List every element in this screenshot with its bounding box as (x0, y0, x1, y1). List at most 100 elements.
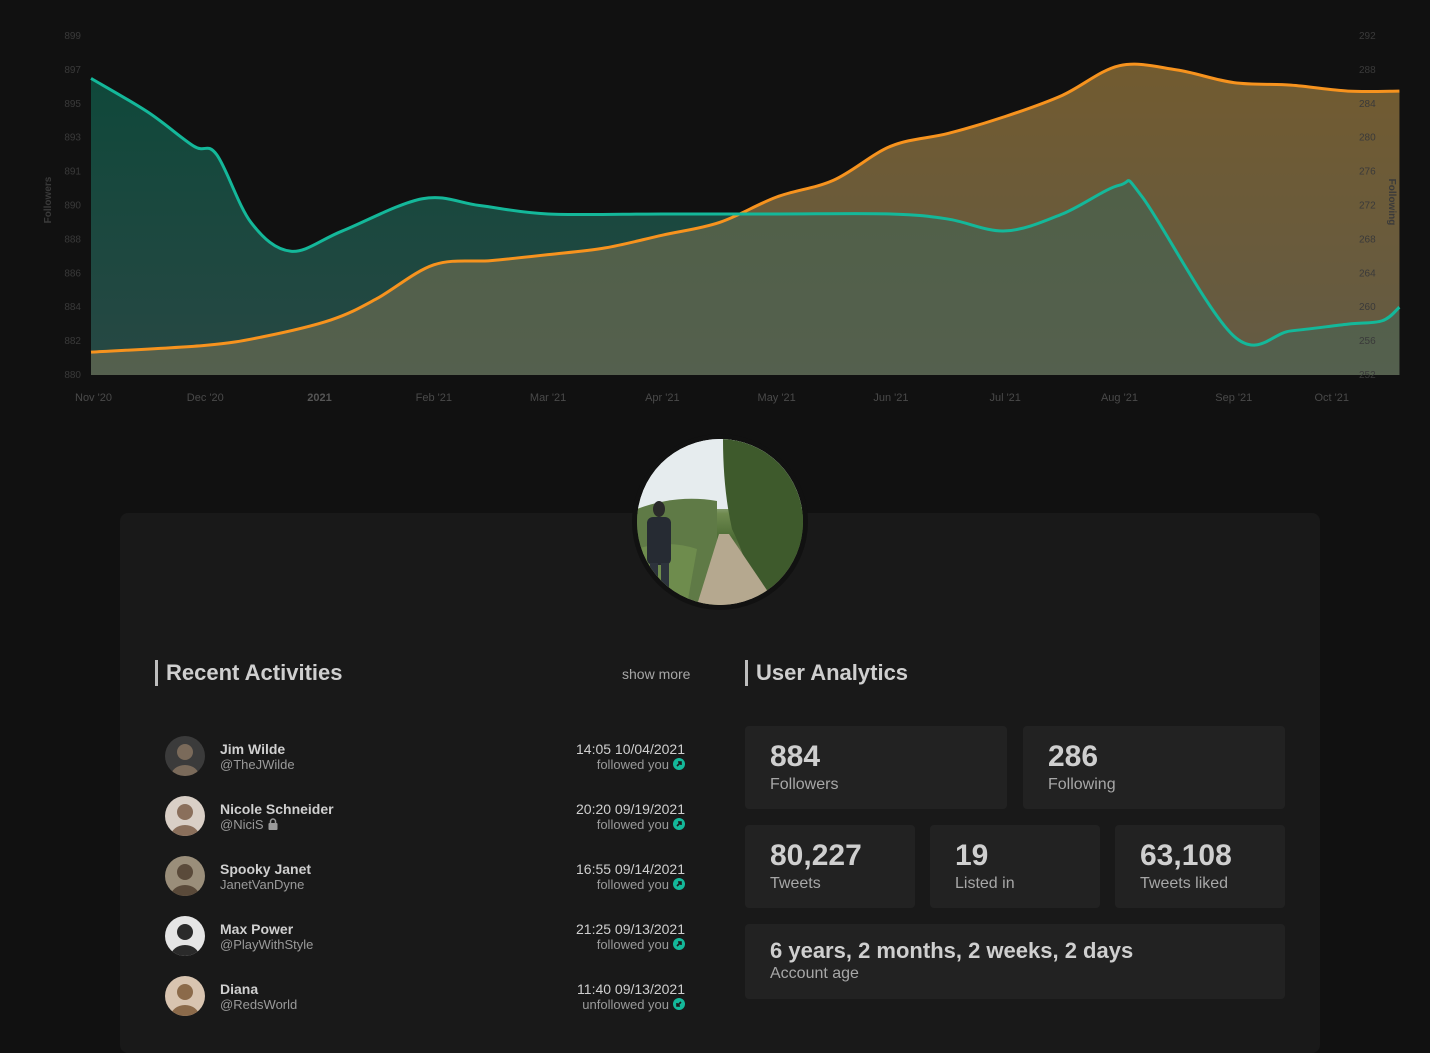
user-avatar[interactable] (165, 916, 205, 956)
avatar-photo-icon (165, 796, 205, 836)
activity-user-name[interactable]: Nicole Schneider (220, 801, 334, 817)
account-age-value: 6 years, 2 months, 2 weeks, 2 days (770, 938, 1134, 963)
activity-time: 16:55 09/14/2021 (576, 861, 685, 877)
activity-status-text: followed you (596, 817, 669, 832)
y-right-tick: 272 (1359, 201, 1376, 212)
y-left-tick: 895 (64, 99, 81, 110)
activity-user-name[interactable]: Spooky Janet (220, 861, 311, 877)
activity-status-text: followed you (596, 757, 669, 772)
x-tick: Jun '21 (873, 392, 908, 404)
activity-user-name[interactable]: Diana (220, 981, 258, 997)
x-tick: May '21 (758, 392, 796, 404)
arrow-up-right-icon (673, 938, 685, 950)
activity-status: unfollowed you (582, 997, 685, 1012)
y-left-tick: 890 (64, 201, 81, 212)
arrow-up-right-icon (673, 878, 685, 890)
profile-photo-icon (637, 439, 803, 605)
y-right-tick: 288 (1359, 65, 1376, 76)
activity-user-handle: JanetVanDyne (220, 877, 305, 892)
x-tick: Feb '21 (416, 392, 452, 404)
activity-time: 20:20 09/19/2021 (576, 801, 685, 817)
activity-status: followed you (597, 937, 685, 952)
liked-label: Tweets liked (1140, 875, 1229, 892)
x-tick: Nov '20 (75, 392, 112, 404)
account-age-stat: 6 years, 2 months, 2 weeks, 2 days Accou… (745, 924, 1285, 999)
x-tick: Apr '21 (645, 392, 680, 404)
activity-item[interactable]: Spooky Janet JanetVanDyne 16:55 09/14/2021… (165, 856, 685, 898)
y-right-tick: 284 (1359, 99, 1376, 110)
x-tick: Sep '21 (1215, 392, 1252, 404)
y-left-tick: 882 (64, 336, 81, 347)
followers-following-chart: 880 882 884 886 888 890 891 893 895 897 899 252 256 2… (0, 0, 1430, 420)
activity-user-handle-row: @RedsWorld (220, 997, 297, 1012)
y-left-tick: 884 (64, 302, 81, 313)
arrow-up-right-icon (673, 758, 685, 770)
tweets-label: Tweets (770, 875, 821, 892)
activity-status-text: followed you (596, 877, 669, 892)
x-tick: Aug '21 (1101, 392, 1138, 404)
arrow-down-left-icon (673, 998, 685, 1010)
y-left-tick: 899 (64, 31, 81, 42)
recent-activities-title: Recent Activities (155, 660, 342, 686)
y-left-tick: 886 (64, 268, 81, 279)
y-right-tick: 264 (1359, 268, 1376, 279)
avatar-photo-icon (165, 916, 205, 956)
lock-icon (267, 818, 279, 833)
y-right-tick: 268 (1359, 234, 1376, 245)
liked-value: 63,108 (1140, 839, 1232, 872)
activity-time: 11:40 09/13/2021 (577, 981, 685, 997)
y-right-tick: 276 (1359, 167, 1376, 178)
activity-user-handle: @RedsWorld (220, 997, 298, 1012)
activity-status: followed you (597, 817, 685, 832)
chart-svg: 880 882 884 886 888 890 891 893 895 897 899 252 256 2… (43, 31, 1401, 404)
activity-status: followed you (597, 757, 685, 772)
account-age-label: Account age (770, 965, 859, 982)
tweets-value: 80,227 (770, 839, 862, 872)
user-avatar[interactable] (165, 796, 205, 836)
y-right-tick: 280 (1359, 133, 1376, 144)
x-tick: 2021 (307, 392, 331, 404)
liked-stat: 63,108 Tweets liked (1115, 825, 1285, 908)
y-left-tick: 888 (64, 234, 81, 245)
followers-value: 884 (770, 740, 821, 773)
activity-user-handle-row: JanetVanDyne (220, 877, 304, 892)
user-avatar[interactable] (165, 856, 205, 896)
y-left-tick: 897 (64, 65, 81, 76)
y-left-tick: 891 (64, 167, 81, 178)
listed-value: 19 (955, 839, 989, 872)
arrow-up-right-icon (673, 818, 685, 830)
user-avatar[interactable] (165, 976, 205, 1016)
x-tick: Jul '21 (989, 392, 1020, 404)
x-tick: Oct '21 (1314, 392, 1349, 404)
avatar-photo-icon (165, 976, 205, 1016)
activity-status-text: unfollowed you (582, 997, 669, 1012)
activity-item[interactable]: Nicole Schneider @NiciS 20:20 09/19/2021 fo… (165, 796, 685, 838)
activity-item[interactable]: Diana @RedsWorld 11:40 09/13/2021 unfollowe… (165, 976, 685, 1018)
show-more-link[interactable]: show more (622, 666, 690, 682)
activity-user-name[interactable]: Jim Wilde (220, 741, 285, 757)
activity-user-name[interactable]: Max Power (220, 921, 293, 937)
activity-user-handle-row: @TheJWilde (220, 757, 295, 772)
user-avatar[interactable] (165, 736, 205, 776)
profile-avatar[interactable] (637, 439, 803, 605)
following-label: Following (1048, 776, 1116, 793)
y-left-tick: 893 (64, 133, 81, 144)
activity-item[interactable]: Jim Wilde @TheJWilde 14:05 10/04/2021 follo… (165, 736, 685, 778)
activity-status-text: followed you (596, 937, 669, 952)
y-right-axis-title: Following (1386, 179, 1397, 226)
y-right-tick: 256 (1359, 336, 1376, 347)
activity-time: 14:05 10/04/2021 (576, 741, 685, 757)
activity-status: followed you (597, 877, 685, 892)
activity-time: 21:25 09/13/2021 (576, 921, 685, 937)
x-tick: Mar '21 (530, 392, 566, 404)
y-right-tick: 292 (1359, 31, 1376, 42)
following-stat: 286 Following (1023, 726, 1285, 809)
tweets-stat: 80,227 Tweets (745, 825, 915, 908)
following-value: 286 (1048, 740, 1099, 773)
y-right-tick: 252 (1359, 370, 1376, 381)
user-analytics-title: User Analytics (745, 660, 908, 686)
avatar-photo-icon (165, 856, 205, 896)
listed-label: Listed in (955, 875, 1015, 892)
followers-stat: 884 Followers (745, 726, 1007, 809)
activity-item[interactable]: Max Power @PlayWithStyle 21:25 09/13/2021 f… (165, 916, 685, 958)
